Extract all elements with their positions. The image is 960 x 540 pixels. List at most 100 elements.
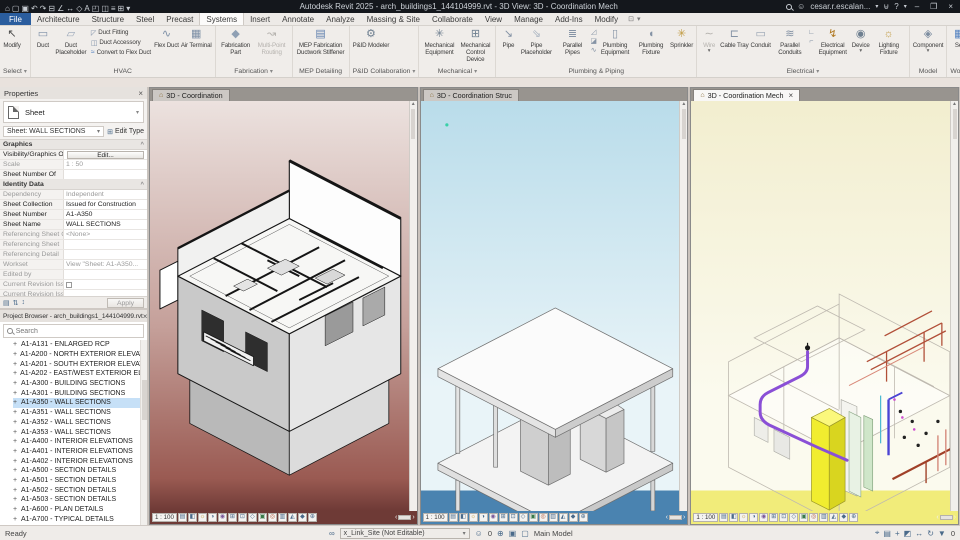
visual-style-icon[interactable]: ◧: [729, 513, 739, 522]
pipe-placeholder-button[interactable]: ⇘ Pipe Placeholder: [518, 27, 554, 66]
expand-icon[interactable]: +: [13, 496, 18, 503]
duct-accessory-button[interactable]: ◫ Duct Accessory: [91, 38, 151, 47]
show-analytical-model-icon[interactable]: ◭: [829, 513, 839, 522]
unlocked-3d-view-icon[interactable]: ◇: [518, 513, 528, 522]
pipe-fitting-icon[interactable]: ◿: [590, 29, 597, 37]
sheet-item[interactable]: + A1-A501 - SECTION DETAILS: [13, 476, 147, 486]
sheet-item[interactable]: + A1-A400 - INTERIOR ELEVATIONS: [13, 437, 147, 447]
design-options-icon[interactable]: ▢: [521, 529, 529, 538]
conduit-button[interactable]: ▭ Conduit: [750, 27, 772, 66]
collapse-icon[interactable]: ^: [140, 182, 144, 188]
close-properties-icon[interactable]: ×: [138, 89, 143, 98]
sheet-item[interactable]: + A1-A201 - SOUTH EXTERIOR ELEVATION: [13, 359, 147, 369]
temporary-hide-isolate-icon[interactable]: ▣: [528, 513, 538, 522]
sheet-item[interactable]: + A1-A131 - ENLARGED RCP: [13, 340, 147, 350]
browser-scrollbar[interactable]: [140, 340, 147, 525]
reveal-hidden-elements-icon[interactable]: ◎: [538, 513, 548, 522]
duct-button[interactable]: ▭ Duct: [33, 27, 53, 66]
help-icon[interactable]: ?: [894, 2, 898, 11]
sheet-item[interactable]: + A1-A351 - WALL SECTIONS: [13, 408, 147, 418]
rendering-dialog-icon[interactable]: ◉: [488, 513, 498, 522]
close-project-browser-icon[interactable]: ×: [143, 312, 147, 321]
sheet-item[interactable]: + A1-A503 - SECTION DETAILS: [13, 495, 147, 505]
close-view-icon[interactable]: ×: [788, 91, 793, 100]
crop-view-icon[interactable]: ⊞: [498, 513, 508, 522]
flex-pipe-icon[interactable]: ∿: [590, 47, 597, 55]
viewport-canvas[interactable]: ▲: [691, 101, 959, 511]
tab-add-ins[interactable]: Add-Ins: [549, 13, 589, 25]
view-tab[interactable]: ⌂ 3D - Coordination Struc: [422, 89, 520, 101]
show-analytical-model-icon[interactable]: ◭: [287, 513, 297, 522]
property-value[interactable]: [64, 240, 147, 249]
sheet-item[interactable]: + A1-A502 - SECTION DETAILS: [13, 485, 147, 495]
detail-level-icon[interactable]: ▤: [177, 513, 187, 522]
vertical-scrollbar[interactable]: ▲: [408, 101, 417, 511]
ribbon-display-toggle-icon[interactable]: ⊡: [628, 15, 634, 23]
property-value[interactable]: <None>: [64, 230, 147, 239]
property-value[interactable]: Edit...: [64, 150, 147, 159]
highlight-displacement-sets-icon[interactable]: ◆: [297, 513, 307, 522]
expand-icon[interactable]: +: [13, 458, 18, 465]
scroll-up-icon[interactable]: ▲: [952, 101, 957, 107]
lighting-fixture-button[interactable]: ☼ Lighting Fixture: [871, 27, 907, 66]
highlight-displacement-sets-icon[interactable]: ◆: [839, 513, 849, 522]
qat-home-icon[interactable]: ⌂: [4, 4, 11, 13]
parallel-pipes-button[interactable]: ≣ Parallel Pipes: [554, 27, 590, 66]
sheet-item[interactable]: + A1-A202 - EAST/WEST EXTERIOR ELEVAT: [13, 369, 147, 379]
crop-view-icon[interactable]: ⊞: [769, 513, 779, 522]
qat-switch-windows-icon[interactable]: ⊞: [117, 4, 126, 13]
expand-icon[interactable]: +: [13, 448, 18, 455]
plumbing-fixture-button[interactable]: ◖ Plumbing Fixture: [633, 27, 669, 66]
qat-open-icon[interactable]: ▢: [11, 4, 21, 13]
expand-icon[interactable]: +: [13, 380, 18, 387]
visual-style-icon[interactable]: ◧: [187, 513, 197, 522]
expand-icon[interactable]: +: [13, 399, 18, 406]
rendering-dialog-icon[interactable]: ◉: [217, 513, 227, 522]
crop-view-icon[interactable]: ⊞: [227, 513, 237, 522]
temporary-hide-isolate-icon[interactable]: ▣: [257, 513, 267, 522]
tab-collaborate[interactable]: Collaborate: [426, 13, 479, 25]
checkbox[interactable]: [66, 281, 72, 288]
expand-icon[interactable]: +: [13, 487, 18, 494]
view-scale-button[interactable]: 1 : 100: [693, 513, 719, 522]
view-tab[interactable]: ⌂ 3D - Coordination: [152, 89, 230, 101]
property-value[interactable]: [64, 250, 147, 259]
sheet-item[interactable]: + A1-A402 - INTERIOR ELEVATIONS: [13, 456, 147, 466]
expand-icon[interactable]: +: [13, 351, 17, 358]
tab-massing-site[interactable]: Massing & Site: [361, 13, 426, 25]
show-crop-region-icon[interactable]: ⊡: [779, 513, 789, 522]
sheet-item[interactable]: + A1-A301 - BUILDING SECTIONS: [13, 388, 147, 398]
conduit-fitting-icon[interactable]: ∟: [808, 29, 815, 37]
duct-fitting-button[interactable]: ◸ Duct Fitting: [91, 28, 151, 37]
expand-icon[interactable]: +: [13, 409, 18, 416]
sort-descending-icon[interactable]: ↕: [22, 299, 26, 306]
tab-architecture[interactable]: Architecture: [31, 13, 86, 25]
panel-menu-icon[interactable]: ▾: [24, 68, 27, 75]
property-value[interactable]: A1-A350: [64, 210, 147, 219]
property-value[interactable]: [64, 170, 147, 179]
qat-measure-icon[interactable]: ∠: [56, 4, 65, 13]
rendering-dialog-icon[interactable]: ◉: [759, 513, 769, 522]
qat-save-icon[interactable]: ▣: [20, 4, 30, 13]
instance-selector[interactable]: Sheet: WALL SECTIONS ▾: [3, 126, 105, 137]
property-value[interactable]: [64, 290, 147, 296]
electrical-equipment-button[interactable]: ↯ Electrical Equipment: [815, 27, 851, 66]
temporary-view-properties-icon[interactable]: ▥: [548, 513, 558, 522]
search-input[interactable]: [15, 327, 140, 335]
qat-aligned-dimension-icon[interactable]: ↔: [65, 4, 75, 13]
show-crop-region-icon[interactable]: ⊡: [508, 513, 518, 522]
cable-tray-fitting-icon[interactable]: ⌐: [808, 38, 815, 46]
close-button[interactable]: ×: [945, 2, 956, 11]
expand-icon[interactable]: +: [13, 341, 18, 348]
viewport-canvas[interactable]: ▲: [420, 101, 688, 511]
app-store-cart-icon[interactable]: ⊌: [883, 2, 889, 11]
ribbon-display-menu-icon[interactable]: ▾: [637, 15, 641, 23]
qat-print-icon[interactable]: ⊟: [47, 4, 56, 13]
tab-systems[interactable]: Systems: [199, 13, 245, 25]
parallel-conduits-button[interactable]: ≋ Parallel Conduits: [772, 27, 808, 66]
property-value[interactable]: WALL SECTIONS: [64, 220, 147, 229]
expand-icon[interactable]: +: [13, 438, 18, 445]
shared-position-icon[interactable]: ⊕: [497, 529, 504, 538]
select-links-icon[interactable]: ⌖: [875, 528, 880, 538]
tab-modify[interactable]: Modify: [589, 13, 625, 25]
